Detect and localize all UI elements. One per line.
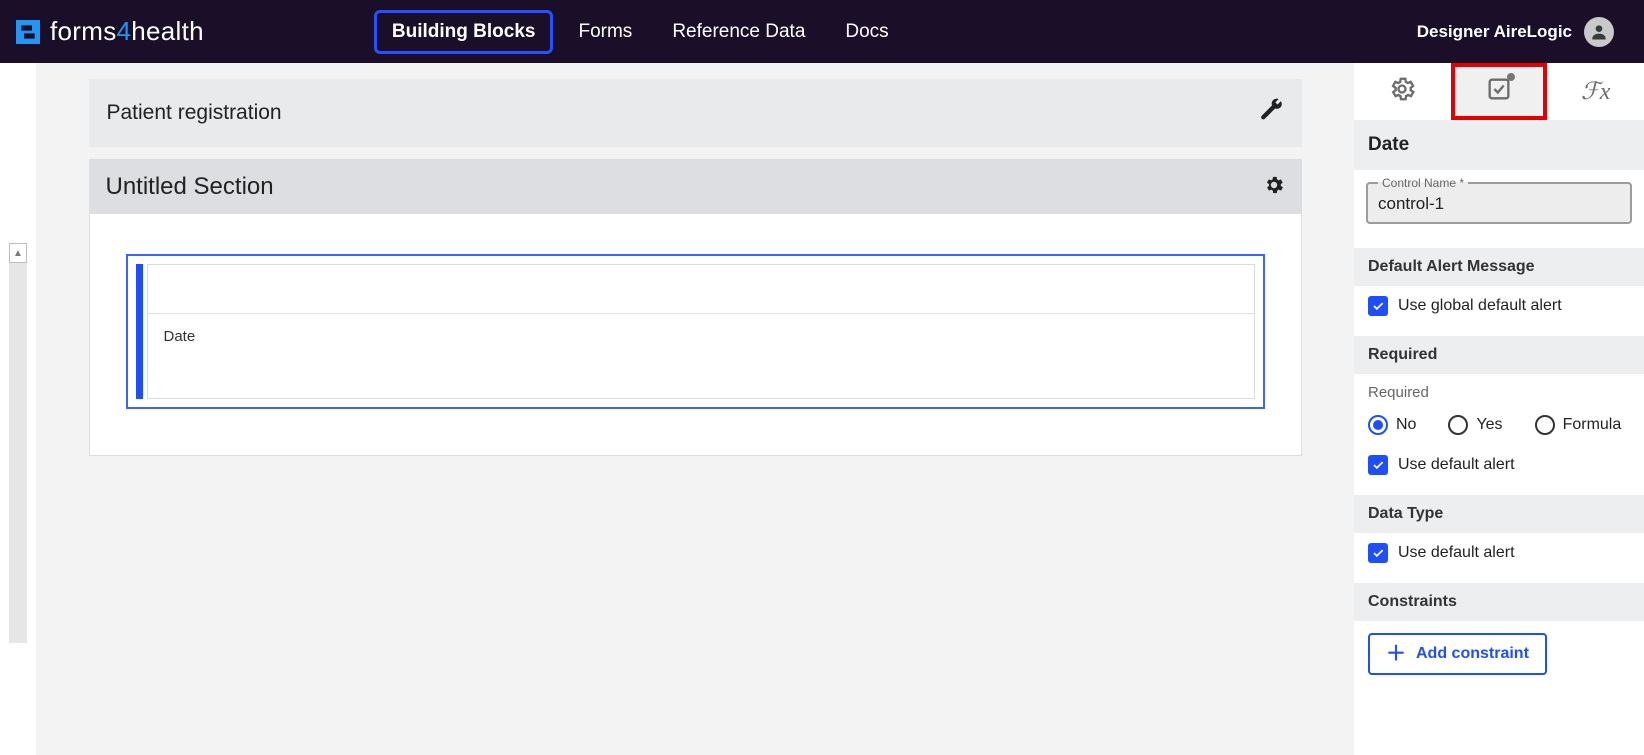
required-radio-group: No Yes Formula	[1354, 405, 1644, 445]
nav-links: Building Blocks Forms Reference Data Doc…	[374, 10, 904, 54]
form-title-bar: Patient registration	[89, 79, 1302, 147]
top-nav: forms4health Building Blocks Forms Refer…	[0, 0, 1644, 63]
required-no-label: No	[1396, 416, 1416, 434]
logo[interactable]: forms4health	[12, 16, 204, 48]
default-alert-header: Default Alert Message	[1354, 248, 1644, 286]
gear-icon	[1388, 75, 1416, 108]
data-type-use-default-alert-row[interactable]: Use default alert	[1354, 533, 1644, 573]
logo-prefix: forms	[50, 16, 117, 46]
gutter-caret-icon[interactable]: ▲	[9, 243, 27, 263]
control-inner: Date	[147, 264, 1255, 399]
user-area[interactable]: Designer AireLogic	[1417, 17, 1614, 47]
control-label: Date	[148, 314, 1254, 359]
canvas: Patient registration Untitled Section D	[36, 63, 1354, 755]
form-title: Patient registration	[107, 101, 282, 125]
page-body: ▲ Patient registration Untitled Section	[0, 63, 1644, 755]
required-no-option[interactable]: No	[1368, 415, 1416, 435]
logo-blue: 4	[117, 16, 132, 46]
nav-building-blocks[interactable]: Building Blocks	[374, 10, 554, 54]
left-gutter: ▲	[0, 63, 36, 755]
required-formula-option[interactable]: Formula	[1535, 415, 1622, 435]
radio-unselected-icon	[1448, 415, 1468, 435]
tab-formula[interactable]: ℱx	[1547, 63, 1644, 120]
tab-settings[interactable]	[1354, 63, 1451, 120]
gutter-track[interactable]	[9, 263, 27, 643]
data-type-use-default-alert-label: Use default alert	[1398, 544, 1515, 562]
nav-forms[interactable]: Forms	[563, 13, 647, 51]
properties-panel: ℱx Date Control Name * Default Alert Mes…	[1354, 63, 1644, 755]
required-use-default-alert-label: Use default alert	[1398, 456, 1515, 474]
radio-unselected-icon	[1535, 415, 1555, 435]
tab-validation[interactable]	[1451, 63, 1548, 120]
control-name-input[interactable]	[1378, 194, 1620, 214]
required-yes-option[interactable]: Yes	[1448, 415, 1502, 435]
section-header: Untitled Section	[90, 160, 1301, 214]
use-global-default-alert-label: Use global default alert	[1398, 297, 1562, 315]
date-control[interactable]: Date	[126, 254, 1265, 409]
control-accent	[136, 264, 143, 399]
logo-suffix: health	[131, 16, 204, 46]
nav-reference-data[interactable]: Reference Data	[657, 13, 820, 51]
control-top-area[interactable]	[148, 265, 1254, 313]
radio-selected-icon	[1368, 415, 1388, 435]
properties-tabs: ℱx	[1354, 63, 1644, 120]
wrench-icon[interactable]	[1258, 98, 1284, 129]
section-gear-icon[interactable]	[1263, 174, 1285, 201]
control-name-label: Control Name *	[1378, 176, 1468, 190]
section-body: Date	[90, 214, 1301, 455]
required-header: Required	[1354, 336, 1644, 374]
control-name-field: Control Name *	[1366, 176, 1632, 224]
panel-title: Date	[1354, 120, 1644, 170]
checkbox-badge-icon	[1485, 75, 1513, 108]
checkbox-checked-icon	[1368, 455, 1388, 475]
data-type-header: Data Type	[1354, 495, 1644, 533]
user-name: Designer AireLogic	[1417, 22, 1572, 42]
add-constraint-label: Add constraint	[1416, 645, 1529, 663]
fx-icon: ℱx	[1581, 77, 1611, 106]
logo-text: forms4health	[50, 16, 204, 47]
section-title: Untitled Section	[106, 173, 274, 201]
required-label: Required	[1354, 374, 1644, 405]
avatar-icon	[1584, 17, 1614, 47]
constraints-header: Constraints	[1354, 583, 1644, 621]
panel-content: Control Name * Default Alert Message Use…	[1354, 170, 1644, 695]
checkbox-checked-icon	[1368, 296, 1388, 316]
use-global-default-alert-row[interactable]: Use global default alert	[1354, 286, 1644, 326]
add-constraint-button[interactable]: ＋ Add constraint	[1368, 633, 1547, 675]
section-card: Untitled Section Date	[89, 159, 1302, 456]
required-yes-label: Yes	[1476, 416, 1502, 434]
logo-icon	[12, 16, 44, 48]
nav-docs[interactable]: Docs	[830, 13, 903, 51]
required-formula-label: Formula	[1563, 416, 1622, 434]
required-use-default-alert-row[interactable]: Use default alert	[1354, 445, 1644, 485]
checkbox-checked-icon	[1368, 543, 1388, 563]
